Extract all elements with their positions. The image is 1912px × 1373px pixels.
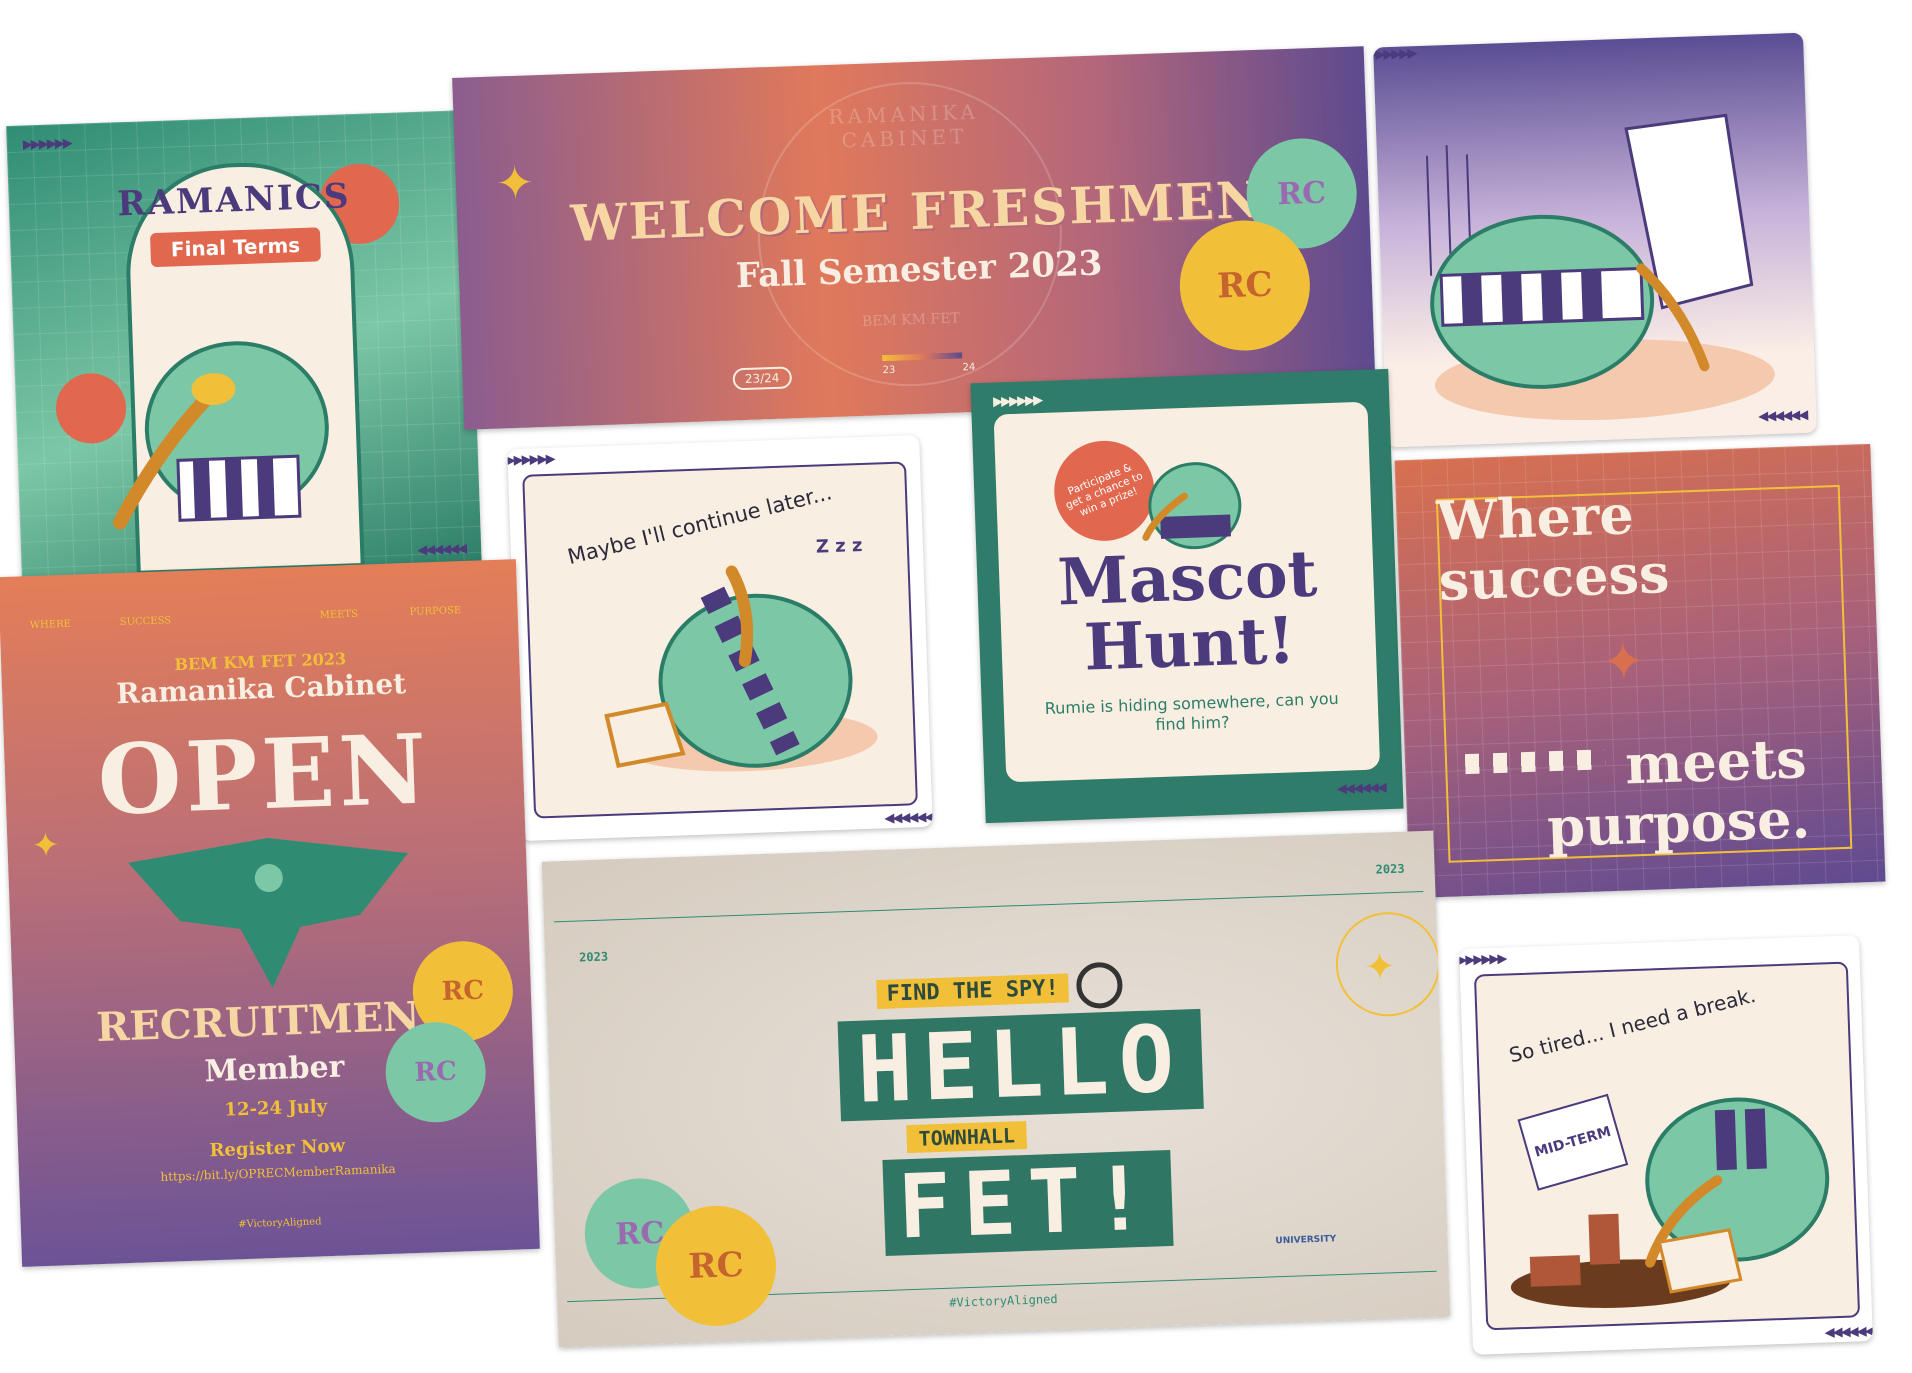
arrow-decoration: ▶▶▶▶▶▶ (992, 392, 1042, 410)
university-logo-text: UNIVERSITY (1275, 1234, 1337, 1247)
scale-left-label: 23 (882, 364, 896, 377)
where-success-card: Where success ✦ meets purpose. (1394, 443, 1886, 899)
townhall-label: TOWNHALL (906, 1120, 1028, 1154)
sparkle-icon: ✦ (30, 825, 61, 867)
arrow-decoration: ◀◀◀◀◀◀ (1758, 407, 1807, 425)
mascot-title-line2: Hunt! (1082, 603, 1297, 686)
final-terms-label: Final Terms (149, 227, 322, 268)
arrow-decoration: ◀◀◀◀◀◀ (884, 809, 933, 827)
crying-bird-icon (113, 341, 329, 530)
year-label-left: 2023 (578, 949, 609, 965)
arrow-decoration: ▶▶▶▶▶▶ (1459, 951, 1506, 969)
tired-bird-icon (1510, 1097, 1830, 1308)
where-line4: purpose. (1546, 786, 1812, 860)
seal-ring-text: RAMANIKA CABINET (828, 99, 980, 153)
sparkle-icon: ✦ (494, 155, 536, 211)
top-word: PURPOSE (409, 605, 462, 618)
year-tag: 23/24 (732, 366, 792, 391)
hello-heading: HELLO (837, 1005, 1204, 1124)
arrow-decoration: ▶▶▶▶▶▶ (1373, 46, 1416, 63)
top-word: SUCCESS (119, 615, 172, 629)
so-tired-card: ▶▶▶▶▶▶ So tired... I need a break. MID-T… (1459, 935, 1873, 1355)
arrow-decoration: ▶▶▶▶▶▶ (22, 135, 72, 153)
sleeping-bird-icon (604, 565, 878, 772)
open-recruitment-card: WHERE SUCCESS MEETS PURPOSE BEM KM FET 2… (0, 559, 540, 1267)
find-the-spy-label: FIND THE SPY! (876, 973, 1070, 1010)
welcome-freshmen-card: RAMANIKA CABINET BEM KM FET ✦ WELCOME FR… (452, 46, 1376, 430)
eagle-logo-icon (128, 838, 408, 988)
arrow-decoration: ◀◀◀◀◀◀ (1824, 1323, 1873, 1341)
top-word: WHERE (29, 618, 72, 632)
top-rule (553, 890, 1424, 923)
scale-right-label: 24 (962, 361, 976, 374)
continue-later-card: ▶▶▶▶▶▶ Maybe I'll continue later... Z z … (507, 434, 933, 842)
hashtag-label: #VictoryAligned (237, 1216, 322, 1231)
where-line3: meets (1624, 726, 1808, 797)
year-label-right: 2023 (1375, 861, 1405, 877)
arrow-decoration: ◀◀◀◀◀◀ (416, 541, 466, 559)
top-word: MEETS (319, 608, 359, 622)
ramanics-final-terms-card: ▶▶▶▶▶▶ ◀◀◀◀◀◀ RAMANICS Final Terms (6, 110, 482, 584)
mascot-hunt-card: ▶▶▶▶▶▶ Participate & get a chance to win… (970, 368, 1404, 824)
hello-townhall-card: 2023 2023 FIND THE SPY! HELLO TOWNHALL F… (541, 830, 1451, 1348)
magnifier-icon (1075, 961, 1124, 1010)
paper-hit-card: ▶▶▶▶▶▶ ◀◀◀◀◀◀ (1373, 32, 1817, 448)
sparkle-icon: ✦ (1363, 943, 1397, 990)
bird-hit-by-paper-icon (1425, 113, 1775, 421)
sparkle-icon: ✦ (1600, 631, 1647, 694)
fet-heading: FET! (882, 1146, 1174, 1258)
arrow-decoration: ◀◀◀◀◀◀ (1336, 780, 1386, 797)
arrow-decoration: ▶▶▶▶▶▶ (507, 451, 554, 469)
where-line2: success (1437, 540, 1671, 613)
